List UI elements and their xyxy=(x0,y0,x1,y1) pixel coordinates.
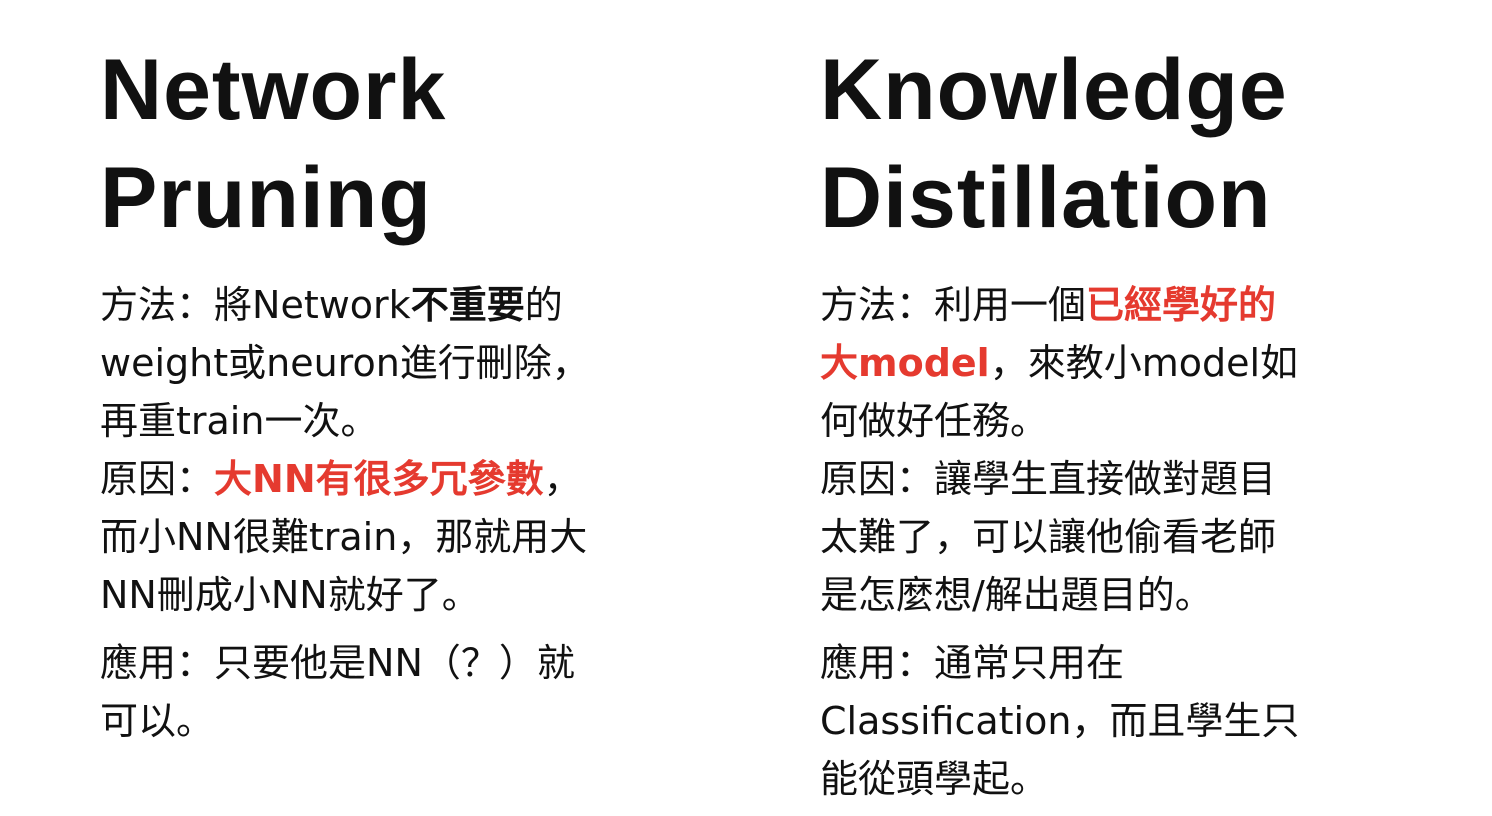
network-pruning-title: Network Pruning xyxy=(100,0,720,252)
knowledge-distillation-column: Knowledge Distillation 方法：利用一個已經學好的 大mod… xyxy=(820,0,1420,808)
application-text: Classification，而且學生只 xyxy=(820,699,1300,743)
title-line-2: Distillation xyxy=(820,150,1272,246)
method-text: ，來教小model如 xyxy=(989,341,1299,385)
reason-text: 讓學生直接做對題目 xyxy=(934,457,1277,501)
method-label: 方法： xyxy=(100,283,215,327)
reason-label: 原因： xyxy=(100,457,215,501)
method-text: 將Network xyxy=(214,283,411,327)
reason-text: NN刪成小NN就好了。 xyxy=(100,573,480,617)
application-text: 通常只用在 xyxy=(934,641,1125,685)
application-label: 應用： xyxy=(100,641,215,685)
method-text: 利用一個 xyxy=(934,283,1087,327)
reason-text: ， xyxy=(543,457,582,501)
title-line-2: Pruning xyxy=(100,150,432,246)
pruning-application-paragraph: 應用：只要他是NN（？）就 可以。 xyxy=(100,634,720,750)
method-text: weight或neuron進行刪除， xyxy=(100,341,590,385)
application-label: 應用： xyxy=(820,641,935,685)
method-highlight-text: 大model xyxy=(820,341,990,385)
method-label: 方法： xyxy=(820,283,935,327)
distillation-method-paragraph: 方法：利用一個已經學好的 大model，來教小model如 何做好任務。 原因：… xyxy=(820,276,1420,624)
method-text: 何做好任務。 xyxy=(820,399,1049,443)
method-text: 的 xyxy=(524,283,563,327)
application-text: 能從頭學起。 xyxy=(820,757,1049,801)
reason-highlight-text: 大NN有很多冗參數 xyxy=(214,457,544,501)
reason-text: 太難了，可以讓他偷看老師 xyxy=(820,515,1277,559)
network-pruning-column: Network Pruning 方法：將Network不重要的 weight或n… xyxy=(100,0,720,750)
reason-label: 原因： xyxy=(820,457,935,501)
pruning-method-paragraph: 方法：將Network不重要的 weight或neuron進行刪除， 再重tra… xyxy=(100,276,720,624)
method-highlight-text: 已經學好的 xyxy=(1086,283,1277,327)
method-text: 再重train一次。 xyxy=(100,399,379,443)
method-bold-text: 不重要 xyxy=(410,283,525,327)
knowledge-distillation-title: Knowledge Distillation xyxy=(820,0,1420,252)
title-line-1: Knowledge xyxy=(820,42,1288,138)
reason-text: 而小NN很難train，那就用大 xyxy=(100,515,588,559)
application-text: 只要他是NN（？）就 xyxy=(214,641,575,685)
distillation-application-paragraph: 應用：通常只用在 Classification，而且學生只 能從頭學起。 xyxy=(820,634,1420,808)
application-text: 可以。 xyxy=(100,699,215,743)
title-line-1: Network xyxy=(100,42,447,138)
reason-text: 是怎麼想/解出題目的。 xyxy=(820,573,1213,617)
